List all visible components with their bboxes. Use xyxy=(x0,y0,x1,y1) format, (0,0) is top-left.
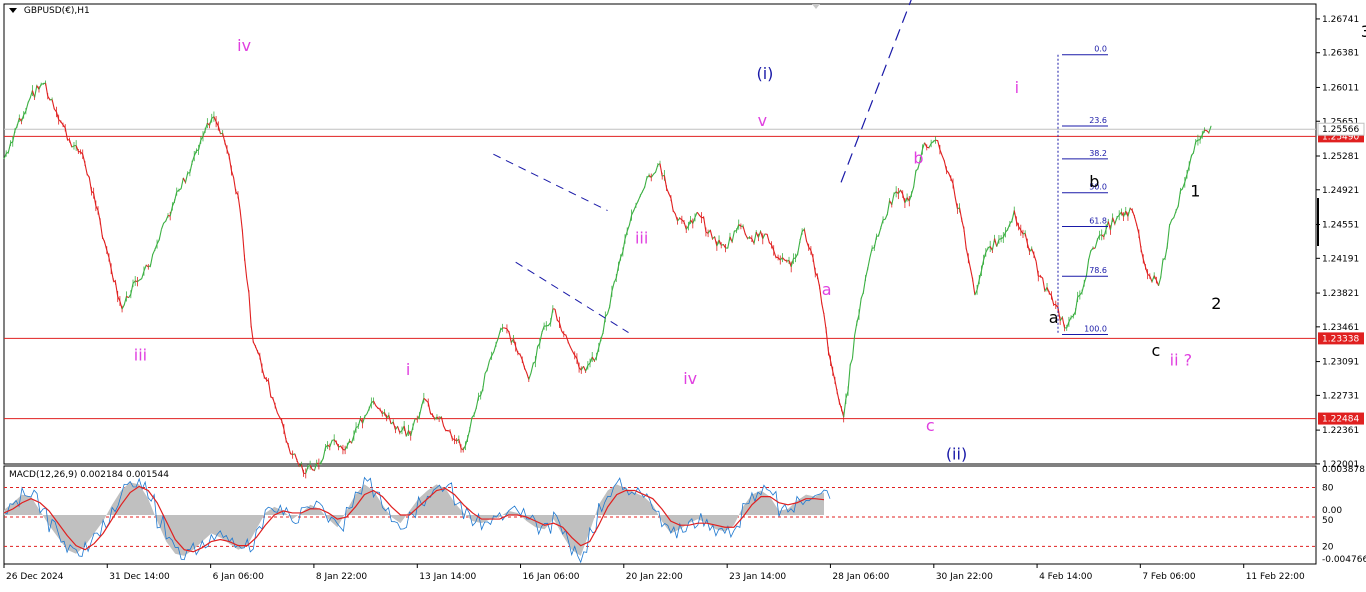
time-axis-label: 23 Jan 14:00 xyxy=(729,572,786,582)
price-axis-label: 1.24191 xyxy=(1322,254,1359,264)
wave-label: iii xyxy=(635,228,648,247)
price-axis-label: 1.26741 xyxy=(1322,15,1359,25)
price-axis-label: 1.22731 xyxy=(1322,391,1359,401)
time-axis-label: 4 Feb 14:00 xyxy=(1039,572,1093,582)
wave-label: (ii) xyxy=(946,444,967,463)
wave-label: i xyxy=(406,360,410,379)
fib-level-label: 23.6 xyxy=(1089,116,1107,125)
chart-window[interactable]: 1.267411.263811.260111.256511.252811.249… xyxy=(0,0,1366,588)
price-axis-label: 1.23091 xyxy=(1322,358,1359,368)
wave-label: ii ? xyxy=(1170,350,1192,369)
wave-label: iv xyxy=(237,36,251,55)
time-axis-label: 20 Jan 22:00 xyxy=(626,572,683,582)
price-axis-label: 1.23461 xyxy=(1322,323,1359,333)
price-axis-label: 1.23821 xyxy=(1322,289,1359,299)
price-axis-label: 1.25281 xyxy=(1322,152,1359,162)
fib-level-label: 78.6 xyxy=(1089,266,1107,275)
wave-label: 1 xyxy=(1190,181,1200,200)
macd-label: MACD(12,26,9) 0.002184 0.001544 xyxy=(9,470,169,480)
wave-label: b xyxy=(1089,172,1099,191)
wave-label: a xyxy=(822,280,832,299)
fib-level-label: 100.0 xyxy=(1084,324,1107,333)
time-axis-label: 6 Jan 06:00 xyxy=(213,572,265,582)
price-axis-label: 1.24551 xyxy=(1322,221,1359,231)
wave-label: b xyxy=(913,149,923,168)
wave-label: 3 xyxy=(1361,22,1366,41)
macd-axis-label: 0.003878 xyxy=(1322,465,1365,475)
macd-axis-label: 20 xyxy=(1322,542,1334,552)
wave-label: iii xyxy=(134,346,147,365)
wave-label: v xyxy=(758,111,767,130)
price-axis-label: 1.26381 xyxy=(1322,49,1359,59)
price-axis-label: 1.26011 xyxy=(1322,83,1359,93)
macd-axis-label: -0.004766 xyxy=(1322,555,1366,565)
symbol-header: GBPUSD(€),H1 xyxy=(9,6,90,16)
fib-level-label: 61.8 xyxy=(1089,216,1107,225)
time-axis-label: 28 Jan 06:00 xyxy=(832,572,889,582)
wave-label: a xyxy=(1049,308,1059,327)
time-axis-label: 13 Jan 14:00 xyxy=(419,572,476,582)
price-axis-label: 1.24921 xyxy=(1322,186,1359,196)
time-axis-label: 31 Dec 14:00 xyxy=(109,572,170,582)
wave-label: c xyxy=(1152,341,1161,360)
wave-label: (i) xyxy=(756,64,773,83)
wave-label: i xyxy=(1015,78,1019,97)
time-axis-label: 11 Feb 22:00 xyxy=(1246,572,1305,582)
macd-header: MACD(12,26,9) 0.002184 0.001544 xyxy=(9,470,169,480)
symbol-label: GBPUSD(€),H1 xyxy=(24,6,90,16)
macd-axis-label: 0.00 xyxy=(1322,506,1342,516)
price-tag-label: 1.22484 xyxy=(1322,415,1359,425)
price-pane-frame xyxy=(4,4,1316,464)
current-price-label: 1.25566 xyxy=(1322,125,1359,135)
price-tag-label: 1.23338 xyxy=(1322,334,1359,344)
time-axis-label: 30 Jan 22:00 xyxy=(936,572,993,582)
fib-level-label: 0.0 xyxy=(1094,45,1107,54)
triangle-down-icon[interactable] xyxy=(9,8,17,13)
wave-label: iv xyxy=(683,369,697,388)
wave-label: c xyxy=(926,416,935,435)
macd-axis-label: 50 xyxy=(1322,516,1334,526)
time-axis-label: 7 Feb 06:00 xyxy=(1142,572,1196,582)
time-axis-label: 26 Dec 2024 xyxy=(6,572,64,582)
time-axis-label: 16 Jan 06:00 xyxy=(523,572,580,582)
wave-label: 2 xyxy=(1211,294,1221,313)
macd-axis-label: 80 xyxy=(1322,484,1334,494)
price-chart[interactable]: 1.267411.263811.260111.256511.252811.249… xyxy=(0,0,1366,588)
fib-level-label: 38.2 xyxy=(1089,149,1107,158)
price-axis-label: 1.22361 xyxy=(1322,426,1359,436)
time-axis-label: 8 Jan 22:00 xyxy=(316,572,368,582)
